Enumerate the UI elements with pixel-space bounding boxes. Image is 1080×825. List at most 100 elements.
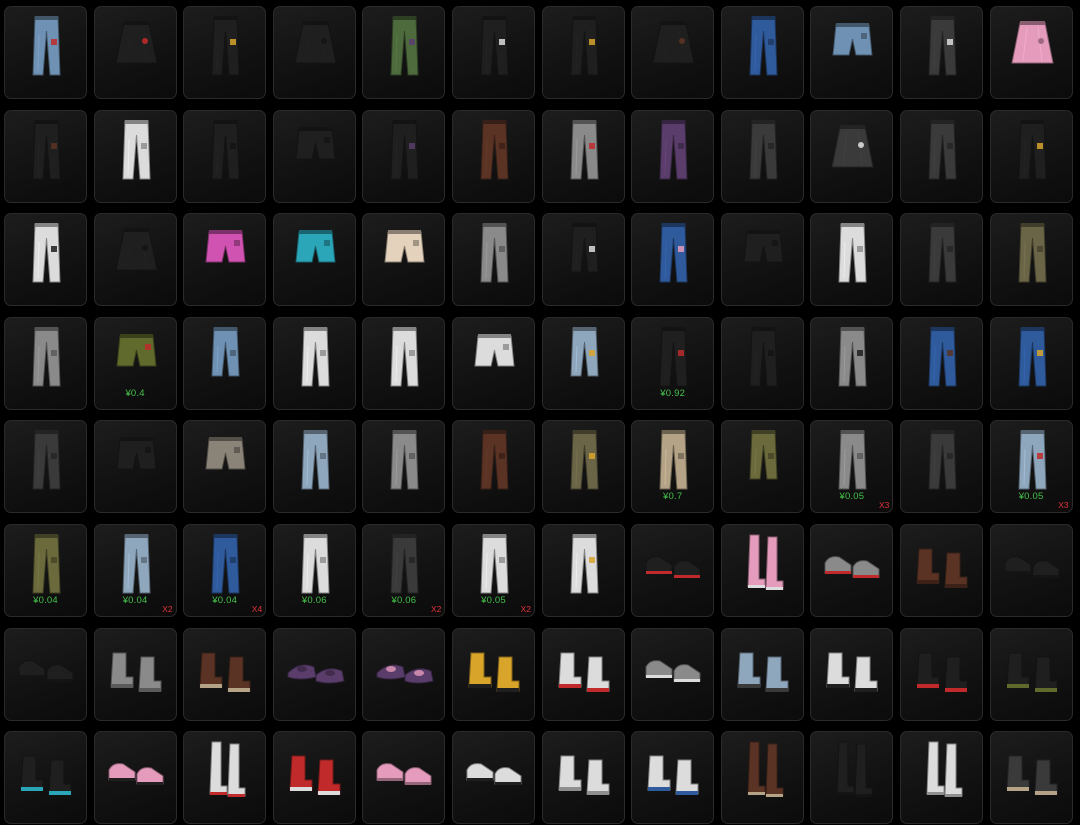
- inventory-slot[interactable]: [362, 731, 446, 825]
- inventory-slot[interactable]: [452, 627, 535, 721]
- inventory-slot[interactable]: [989, 524, 1073, 617]
- inventory-slot[interactable]: [631, 213, 715, 307]
- inventory-slot[interactable]: [720, 316, 804, 410]
- inventory-slot[interactable]: [900, 213, 983, 307]
- leather-skirt-icon: [652, 21, 695, 64]
- inventory-slot[interactable]: [183, 6, 267, 99]
- inventory-slot[interactable]: [989, 316, 1073, 410]
- inventory-slot[interactable]: [989, 627, 1073, 721]
- inventory-slot[interactable]: [541, 6, 625, 99]
- inventory-slot[interactable]: [4, 420, 87, 514]
- inventory-slot[interactable]: [93, 109, 177, 203]
- inventory-slot[interactable]: ¥0.05 X3: [810, 420, 894, 514]
- inventory-slot[interactable]: ¥0.06 X2: [362, 524, 446, 617]
- inventory-slot[interactable]: [272, 316, 356, 410]
- inventory-slot[interactable]: [272, 627, 356, 721]
- inventory-slot[interactable]: [93, 627, 177, 721]
- inventory-slot[interactable]: [989, 731, 1073, 825]
- inventory-slot[interactable]: [452, 316, 535, 410]
- inventory-slot[interactable]: [631, 109, 715, 203]
- inventory-slot[interactable]: [362, 109, 446, 203]
- inventory-slot[interactable]: [541, 420, 625, 514]
- inventory-slot[interactable]: [900, 6, 983, 99]
- inventory-slot[interactable]: [272, 731, 356, 825]
- inventory-slot[interactable]: [900, 109, 983, 203]
- inventory-slot[interactable]: [362, 6, 446, 99]
- inventory-slot[interactable]: ¥0.05 X3: [989, 420, 1073, 514]
- inventory-slot[interactable]: [272, 213, 356, 307]
- inventory-slot[interactable]: [720, 213, 804, 307]
- inventory-slot[interactable]: ¥0.4: [93, 316, 177, 410]
- inventory-slot[interactable]: [452, 213, 535, 307]
- inventory-slot[interactable]: [272, 109, 356, 203]
- inventory-slot[interactable]: [720, 6, 804, 99]
- inventory-slot[interactable]: [452, 420, 535, 514]
- inventory-slot[interactable]: [93, 213, 177, 307]
- ripped-pants-icon: [32, 119, 61, 180]
- inventory-slot[interactable]: [541, 213, 625, 307]
- inventory-slot[interactable]: [810, 316, 894, 410]
- inventory-slot[interactable]: [900, 420, 983, 514]
- inventory-slot[interactable]: [272, 6, 356, 99]
- inventory-slot[interactable]: [272, 420, 356, 514]
- inventory-slot[interactable]: [900, 524, 983, 617]
- inventory-slot[interactable]: ¥0.7: [631, 420, 715, 514]
- inventory-slot[interactable]: [183, 316, 267, 410]
- inventory-slot[interactable]: [4, 6, 87, 99]
- inventory-slot[interactable]: [4, 316, 87, 410]
- inventory-slot[interactable]: ¥0.04: [4, 524, 87, 617]
- inventory-slot[interactable]: [810, 6, 894, 99]
- inventory-slot[interactable]: [810, 213, 894, 307]
- inventory-slot[interactable]: [720, 524, 804, 617]
- inventory-slot[interactable]: [541, 524, 625, 617]
- inventory-slot[interactable]: [541, 109, 625, 203]
- inventory-slot[interactable]: [720, 731, 804, 825]
- inventory-slot[interactable]: ¥0.04 X2: [93, 524, 177, 617]
- inventory-slot[interactable]: [900, 731, 983, 825]
- inventory-slot[interactable]: [183, 420, 267, 514]
- inventory-slot[interactable]: ¥0.06: [272, 524, 356, 617]
- inventory-slot[interactable]: [631, 6, 715, 99]
- inventory-slot[interactable]: [900, 316, 983, 410]
- inventory-slot[interactable]: [4, 627, 87, 721]
- inventory-slot[interactable]: [362, 213, 446, 307]
- inventory-slot[interactable]: [93, 6, 177, 99]
- inventory-slot[interactable]: [541, 627, 625, 721]
- inventory-slot[interactable]: [720, 109, 804, 203]
- inventory-slot[interactable]: [362, 316, 446, 410]
- inventory-slot[interactable]: [183, 627, 267, 721]
- inventory-slot[interactable]: [4, 213, 87, 307]
- inventory-slot[interactable]: [93, 731, 177, 825]
- inventory-slot[interactable]: ¥0.04 X4: [183, 524, 267, 617]
- inventory-slot[interactable]: [989, 213, 1073, 307]
- inventory-slot[interactable]: [810, 109, 894, 203]
- inventory-slot[interactable]: [900, 627, 983, 721]
- inventory-slot[interactable]: [720, 627, 804, 721]
- lace-up-heels-icon: [747, 741, 784, 798]
- inventory-slot[interactable]: [720, 420, 804, 514]
- inventory-slot[interactable]: [541, 316, 625, 410]
- inventory-slot[interactable]: [183, 731, 267, 825]
- inventory-slot[interactable]: [631, 627, 715, 721]
- inventory-slot[interactable]: [93, 420, 177, 514]
- inventory-slot[interactable]: [631, 524, 715, 617]
- inventory-slot[interactable]: [541, 731, 625, 825]
- inventory-slot[interactable]: [452, 109, 535, 203]
- inventory-slot[interactable]: [989, 109, 1073, 203]
- inventory-slot[interactable]: [810, 627, 894, 721]
- inventory-slot[interactable]: [810, 524, 894, 617]
- inventory-slot[interactable]: ¥0.92: [631, 316, 715, 410]
- inventory-slot[interactable]: [362, 420, 446, 514]
- mauve-slippers-icon: [376, 664, 434, 684]
- inventory-slot[interactable]: [452, 6, 535, 99]
- inventory-slot[interactable]: [989, 6, 1073, 99]
- inventory-slot[interactable]: [4, 109, 87, 203]
- inventory-slot[interactable]: [452, 731, 535, 825]
- inventory-slot[interactable]: ¥0.05 X2: [452, 524, 535, 617]
- inventory-slot[interactable]: [362, 627, 446, 721]
- inventory-slot[interactable]: [4, 731, 87, 825]
- inventory-slot[interactable]: [810, 731, 894, 825]
- inventory-slot[interactable]: [631, 731, 715, 825]
- inventory-slot[interactable]: [183, 109, 267, 203]
- inventory-slot[interactable]: [183, 213, 267, 307]
